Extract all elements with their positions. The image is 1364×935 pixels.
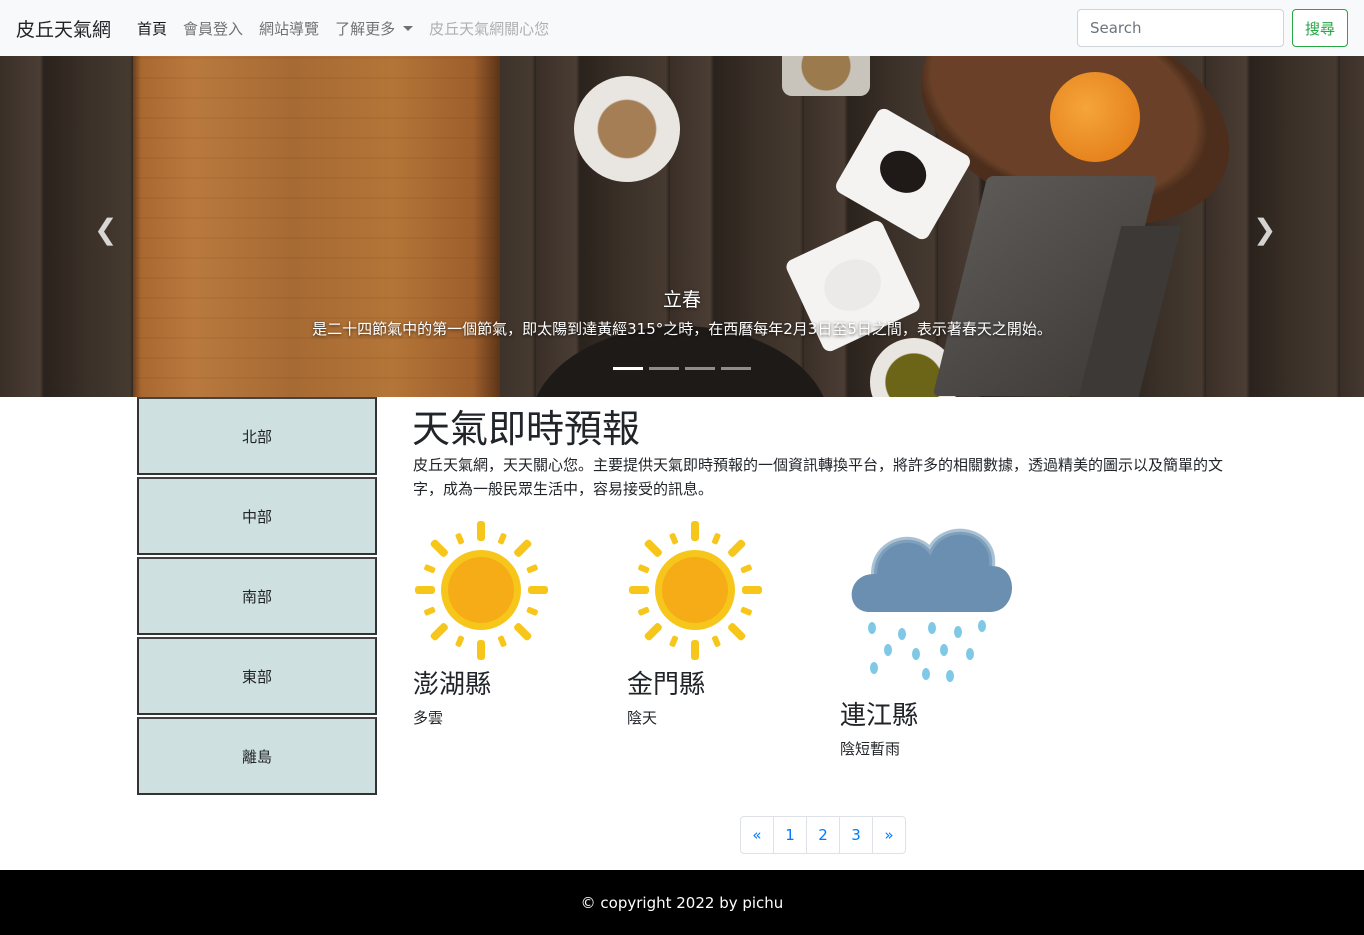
region-button-east[interactable]: 東部 bbox=[137, 637, 377, 715]
seeds-jar-image bbox=[782, 56, 870, 96]
region-button-islands[interactable]: 離島 bbox=[137, 717, 377, 795]
carousel: ❮ ❯ 立春 是二十四節氣中的第一個節氣，即太陽到達黃經315°之時，在西曆每年… bbox=[0, 56, 1364, 397]
caret-down-icon bbox=[403, 25, 414, 31]
rain-cloud-icon bbox=[851, 528, 1013, 682]
intro-text: 皮丘天氣網，天天關心您。主要提供天氣即時預報的一個資訊轉換平台，將許多的相關數據… bbox=[413, 456, 1224, 498]
card-weather-desc: 多雲 bbox=[413, 709, 444, 727]
carousel-caption-title: 立春 bbox=[662, 289, 701, 311]
search-form: 搜尋 bbox=[1076, 9, 1348, 47]
carousel-indicator[interactable] bbox=[685, 367, 715, 370]
nav-item-sitemap[interactable]: 網站導覽 bbox=[259, 18, 319, 39]
sugar-bowl-image bbox=[574, 76, 680, 182]
sun-icon bbox=[415, 521, 548, 660]
nav-item-login[interactable]: 會員登入 bbox=[183, 18, 243, 39]
pagination-page-1[interactable]: 1 bbox=[773, 816, 807, 854]
carousel-caption-text: 是二十四節氣中的第一個節氣，即太陽到達黃經315°之時，在西曆每年2月3日至5日… bbox=[312, 320, 1052, 338]
footer: © copyright 2022 by pichu bbox=[0, 870, 1364, 935]
card-weather-desc: 陰天 bbox=[627, 709, 658, 727]
nav-item-more-label: 了解更多 bbox=[335, 19, 396, 38]
nav-item-more-dropdown[interactable]: 了解更多 bbox=[335, 18, 414, 39]
footer-copyright: © copyright 2022 by pichu bbox=[580, 893, 784, 912]
region-button-south[interactable]: 南部 bbox=[137, 557, 377, 635]
pagination-next[interactable]: » bbox=[872, 816, 906, 854]
card-weather-desc: 陰短暫雨 bbox=[840, 740, 901, 758]
carousel-indicator[interactable] bbox=[613, 367, 643, 370]
nav-item-care: 皮丘天氣網關心您 bbox=[429, 19, 550, 38]
nav-item-home[interactable]: 首頁 bbox=[137, 18, 167, 39]
chevron-right-icon[interactable]: ❯ bbox=[1253, 216, 1276, 244]
sun-icon bbox=[629, 521, 762, 660]
pagination-page-2[interactable]: 2 bbox=[806, 816, 840, 854]
pagination: « 1 2 3 » bbox=[740, 816, 906, 854]
region-sidebar: 北部 中部 南部 東部 離島 bbox=[137, 397, 377, 797]
carousel-indicator[interactable] bbox=[721, 367, 751, 370]
carousel-indicators bbox=[613, 367, 751, 370]
page-title: 天氣即時預報 bbox=[412, 407, 641, 451]
region-button-central[interactable]: 中部 bbox=[137, 477, 377, 555]
pagination-page-3[interactable]: 3 bbox=[839, 816, 873, 854]
carousel-indicator[interactable] bbox=[649, 367, 679, 370]
orange-image bbox=[1050, 72, 1140, 162]
region-button-north[interactable]: 北部 bbox=[137, 397, 377, 475]
chevron-left-icon[interactable]: ❮ bbox=[94, 216, 117, 244]
card-region-name: 金門縣 bbox=[627, 670, 706, 700]
nav-menu: 首頁 會員登入 網站導覽 了解更多 皮丘天氣網關心您 bbox=[137, 18, 549, 39]
cutting-board-image bbox=[133, 56, 500, 397]
search-input[interactable] bbox=[1076, 9, 1284, 47]
navbar: 皮丘天氣網 首頁 會員登入 網站導覽 了解更多 皮丘天氣網關心您 搜尋 bbox=[0, 0, 1364, 56]
card-region-name: 連江縣 bbox=[840, 701, 919, 731]
card-region-name: 澎湖縣 bbox=[413, 670, 492, 700]
search-button[interactable]: 搜尋 bbox=[1291, 9, 1348, 47]
pagination-prev[interactable]: « bbox=[740, 816, 774, 854]
brand-logo[interactable]: 皮丘天氣網 bbox=[16, 15, 111, 42]
